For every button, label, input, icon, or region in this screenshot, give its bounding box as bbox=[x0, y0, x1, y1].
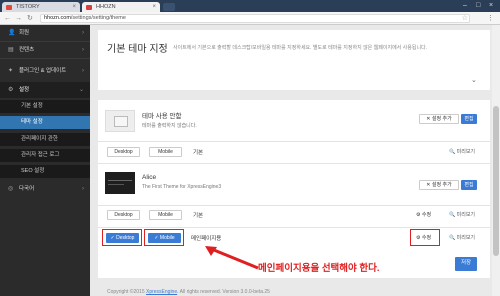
sidebar-subitem-theme[interactable]: 테마 설정 bbox=[0, 116, 90, 129]
user-icon: 👤 bbox=[8, 30, 16, 36]
sidebar-item-label: 설정 bbox=[19, 87, 30, 93]
preview-link[interactable]: 🔍 미리보기 bbox=[449, 211, 475, 218]
sidebar-item-label: 회원 bbox=[19, 30, 30, 36]
address-bar: ← → ↻ hhozn.com/settings/setting/theme ☆… bbox=[0, 12, 500, 25]
chevron-right-icon: › bbox=[82, 47, 84, 53]
sidebar-item-label: 플러그인 & 업데이트 bbox=[19, 68, 67, 74]
save-button[interactable]: 저장 bbox=[455, 257, 477, 271]
edit-button[interactable]: 편집 bbox=[461, 114, 477, 124]
sidebar-subitem-seo[interactable]: SEO 설정 bbox=[0, 165, 90, 178]
footer: Copyright ©2015 XpressEngine. All rights… bbox=[107, 289, 270, 295]
desktop-toggle[interactable]: Desktop bbox=[107, 147, 140, 157]
image-placeholder-icon bbox=[114, 116, 128, 127]
settings-icon: ⚙ bbox=[8, 87, 14, 93]
sidebar-subitem-admin-permissions[interactable]: 관리페이지 관한 bbox=[0, 133, 90, 146]
button-label: 설정 추가 bbox=[431, 116, 452, 122]
close-tab-icon[interactable]: × bbox=[72, 2, 76, 12]
sidebar-subitem-admin-log[interactable]: 관리자 접근 로그 bbox=[0, 149, 90, 162]
divider bbox=[98, 163, 490, 164]
row-label: 메인페이지용 bbox=[191, 236, 222, 242]
sidebar-item-label: 컨텐츠 bbox=[19, 47, 35, 53]
mobile-toggle[interactable]: Mobile bbox=[149, 147, 182, 157]
sidebar-item-settings[interactable]: ⚙ 설정 ⌄ bbox=[0, 82, 90, 98]
sidebar-item-label: 다국어 bbox=[19, 186, 35, 192]
highlight-box bbox=[144, 229, 184, 246]
sidebar-item-contents[interactable]: ▤ 컨텐츠 › bbox=[0, 42, 90, 58]
preview-label: 미리보기 bbox=[456, 149, 476, 155]
preview-label: 미리보기 bbox=[456, 235, 476, 241]
browser-tab-tistory[interactable]: TISTORY × bbox=[2, 2, 80, 12]
chevron-right-icon: › bbox=[82, 186, 84, 192]
chevron-right-icon: › bbox=[82, 30, 84, 36]
tab-title: HHOZN bbox=[96, 4, 116, 10]
footer-text: Copyright ©2015 bbox=[107, 289, 146, 295]
sidebar-item-plugins[interactable]: ✦ 플러그인 & 업데이트 › bbox=[0, 63, 90, 79]
highlight-box bbox=[102, 229, 142, 246]
sidebar-item-members[interactable]: 👤 회원 › bbox=[0, 25, 90, 41]
desktop-toggle[interactable]: Desktop bbox=[107, 210, 140, 220]
divider bbox=[98, 205, 490, 206]
browser-tab-bar: TISTORY × HHOZN × – □ × bbox=[0, 0, 500, 12]
preview-link[interactable]: 🔍 미리보기 bbox=[449, 148, 475, 155]
modify-label: 수정 bbox=[421, 212, 432, 218]
row-label: 기본 bbox=[193, 213, 204, 219]
chevron-down-icon[interactable]: ⌄ bbox=[471, 76, 477, 84]
button-label: 설정 추가 bbox=[431, 182, 452, 188]
url-path: /settings/setting/theme bbox=[70, 15, 126, 21]
header-panel bbox=[98, 30, 490, 90]
chevron-right-icon: › bbox=[82, 68, 84, 74]
theme-subtitle: 테마를 출력하지 않습니다. bbox=[142, 123, 197, 129]
close-tab-icon[interactable]: × bbox=[152, 2, 156, 12]
close-window-icon[interactable]: × bbox=[489, 1, 493, 10]
url-input[interactable]: hhozn.com/settings/setting/theme bbox=[40, 14, 470, 23]
theme-subtitle: The First Theme for XpressEngine3 bbox=[142, 184, 222, 190]
preview-label: 미리보기 bbox=[456, 212, 476, 218]
row-label: 기본 bbox=[193, 150, 204, 156]
reload-icon[interactable]: ↻ bbox=[27, 14, 33, 23]
edit-button[interactable]: 편집 bbox=[461, 180, 477, 190]
plugin-icon: ✦ bbox=[8, 68, 14, 74]
annotation-arrow-icon bbox=[205, 246, 259, 270]
sidebar-subitem-basic[interactable]: 기본 설정 bbox=[0, 100, 90, 113]
thumbnail-line bbox=[108, 180, 132, 181]
content-icon: ▤ bbox=[8, 47, 14, 53]
theme-title: 테마 사용 안함 bbox=[142, 113, 182, 120]
browser-tab-hhozn[interactable]: HHOZN × bbox=[82, 2, 160, 12]
footer-text: . All rights reserved. Version 3.0.0-bet… bbox=[177, 289, 270, 295]
page-title: 기본 테마 지정 bbox=[107, 44, 168, 55]
maximize-icon[interactable]: □ bbox=[476, 1, 480, 10]
theme-thumbnail-none bbox=[105, 110, 135, 132]
annotation-text: 메인페이지용을 선택해야 한다. bbox=[258, 263, 380, 274]
divider bbox=[98, 141, 490, 142]
scrollbar-thumb[interactable] bbox=[493, 106, 499, 256]
url-host: hhozn.com bbox=[44, 15, 71, 21]
theme-thumbnail-alice bbox=[105, 172, 135, 194]
new-tab-button[interactable] bbox=[163, 3, 175, 11]
forward-icon[interactable]: → bbox=[15, 14, 22, 23]
browser-menu-icon[interactable]: ⋮ bbox=[487, 14, 494, 23]
globe-icon: ◎ bbox=[8, 186, 14, 192]
theme-title: Alice bbox=[142, 174, 157, 181]
add-settings-button[interactable]: ✕ 설정 추가 bbox=[419, 180, 459, 190]
divider bbox=[98, 227, 490, 228]
highlight-box bbox=[410, 229, 440, 246]
tab-title: TISTORY bbox=[16, 4, 40, 10]
add-settings-button[interactable]: ✕ 설정 추가 bbox=[419, 114, 459, 124]
page-description: 사이트에서 기본으로 출력할 데스크탑/모바일용 테마를 지정하세요. 별도로 … bbox=[173, 45, 428, 51]
admin-sidebar: 👤 회원 › ▤ 컨텐츠 › ✦ 플러그인 & 업데이트 › ⚙ 설정 ⌄ 기본… bbox=[0, 25, 90, 296]
footer-link[interactable]: XpressEngine bbox=[146, 289, 177, 295]
modify-link[interactable]: ⚙ 수정 bbox=[416, 211, 431, 218]
bookmark-star-icon[interactable]: ☆ bbox=[462, 14, 468, 23]
preview-link[interactable]: 🔍 미리보기 bbox=[449, 234, 475, 241]
minimize-icon[interactable]: – bbox=[463, 1, 467, 10]
mobile-toggle[interactable]: Mobile bbox=[149, 210, 182, 220]
hhozn-favicon-icon bbox=[86, 4, 92, 10]
sidebar-divider bbox=[0, 58, 90, 59]
tistory-favicon-icon bbox=[6, 4, 12, 10]
sidebar-item-languages[interactable]: ◎ 다국어 › bbox=[0, 181, 90, 197]
back-icon[interactable]: ← bbox=[4, 14, 11, 23]
chevron-down-icon: ⌄ bbox=[78, 87, 84, 93]
thumbnail-line bbox=[108, 184, 124, 185]
